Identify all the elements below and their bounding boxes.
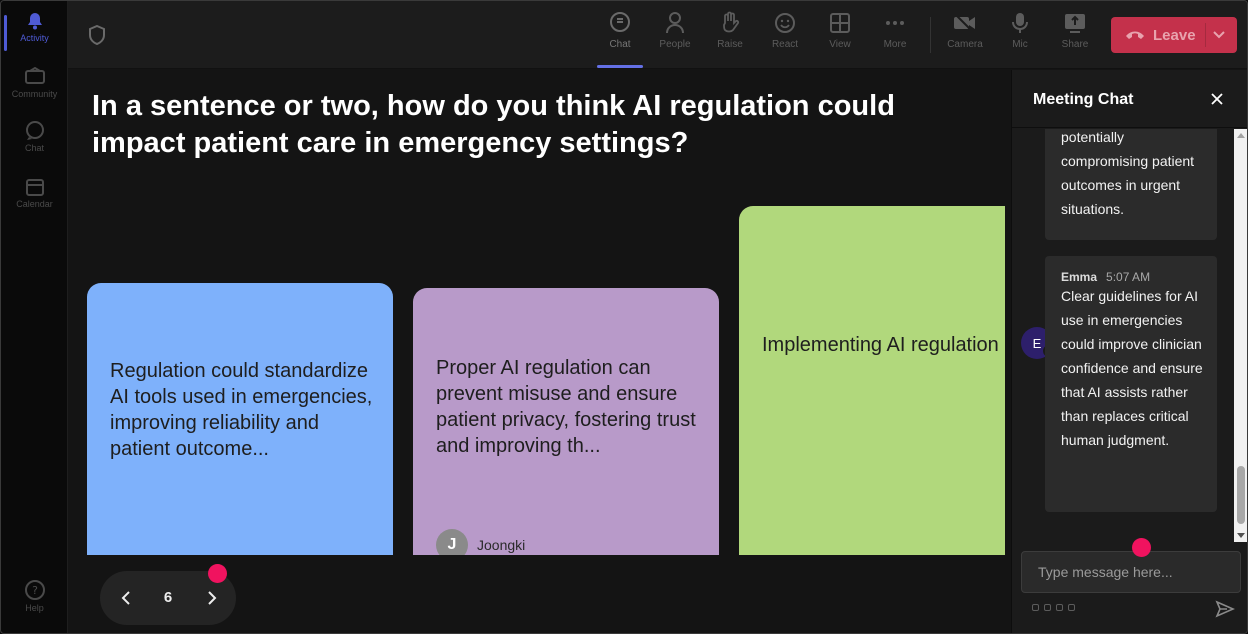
chat-message-list[interactable]: potentially compromising patient outcome… [1012,129,1234,542]
toolbar-divider [930,17,931,53]
chevron-right-icon[interactable] [202,589,220,607]
phone-hangup-icon [1126,31,1144,39]
rail-item-activity[interactable]: Activity [1,11,68,51]
chat-header: Meeting Chat [1012,70,1247,128]
rail-label: Community [11,89,58,99]
send-icon[interactable] [1215,600,1235,618]
leave-label: Leave [1153,26,1196,44]
view-label: View [829,39,851,50]
people-button[interactable]: People [651,11,699,50]
message-body: potentially compromising patient outcome… [1061,129,1195,217]
grid-icon [830,13,850,33]
people-label: People [659,39,691,50]
share-label: Share [1061,39,1089,50]
help-icon: ? [24,580,45,600]
page-number: 6 [163,589,173,606]
mic-icon [1012,13,1028,33]
view-button[interactable]: View [816,11,864,50]
rail-label: Activity [20,33,49,43]
format-icon[interactable] [1032,604,1039,611]
scroll-down-arrow[interactable] [1237,533,1245,538]
chat-message: Emma 5:07 AM Clear guidelines for AI use … [1045,256,1217,512]
more-dots-icon [886,21,904,25]
response-card[interactable]: Proper AI regulation can prevent misuse … [413,288,719,555]
message-body: Clear guidelines for AI use in emergenci… [1061,288,1203,448]
meeting-chat-panel: potentially compromising patient outcome… [1011,70,1247,633]
chat-message: potentially compromising patient outcome… [1045,129,1217,240]
message-author: Emma [1061,270,1098,284]
close-icon[interactable] [1210,92,1224,106]
gif-icon[interactable] [1068,604,1075,611]
emoji-icon[interactable] [1056,604,1063,611]
leave-button[interactable]: Leave [1111,17,1237,53]
raise-label: Raise [717,39,743,50]
chevron-left-icon[interactable] [118,589,136,607]
cursor-marker-dot [1132,538,1151,557]
chat-title: Meeting Chat [1033,91,1134,108]
avatar: J [436,529,468,555]
react-label: React [771,39,799,50]
chat-icon [25,121,44,140]
share-screen-icon [1065,14,1085,33]
more-label: More [883,39,907,50]
chat-button[interactable]: Chat [596,11,644,68]
shield-icon[interactable] [88,25,106,45]
author-name: Joongki [477,537,526,553]
scroll-up-arrow[interactable] [1237,133,1245,138]
camera-off-icon [954,13,975,33]
smiley-icon [775,13,795,33]
chat-icon [610,12,630,32]
hand-icon [723,11,740,33]
react-button[interactable]: React [761,11,809,50]
chat-scrollbar[interactable] [1234,129,1247,542]
left-rail: Activity Community Chat Calendar ? Help [1,1,68,633]
presentation-stage: In a sentence or two, how do you think A… [68,70,1010,633]
rail-item-chat[interactable]: Chat [1,121,68,153]
response-text: Regulation could standardize AI tools us… [110,360,373,460]
rail-label: Chat [24,143,44,153]
calendar-icon [25,179,44,196]
rail-label: Calendar [16,199,53,209]
response-card[interactable]: Implementing AI regulation emergency car… [739,206,1005,555]
community-icon [24,67,45,84]
chevron-down-icon[interactable] [1212,28,1226,42]
response-author: J Joongki [436,529,525,555]
share-button[interactable]: Share [1051,11,1099,50]
meeting-toolbar: Chat People Raise React View More Camera [68,1,1247,69]
response-card[interactable]: Regulation could standardize AI tools us… [87,283,393,555]
response-text: Proper AI regulation can prevent misuse … [436,357,696,457]
message-input[interactable] [1021,551,1241,593]
mic-button[interactable]: Mic [996,11,1044,50]
mic-label: Mic [1012,39,1028,50]
leave-divider [1205,23,1206,47]
rail-item-community[interactable]: Community [1,67,68,99]
attach-icon[interactable] [1044,604,1051,611]
camera-label: Camera [947,39,983,50]
raise-hand-button[interactable]: Raise [706,11,754,50]
camera-button[interactable]: Camera [941,11,989,50]
rail-item-calendar[interactable]: Calendar [1,177,68,209]
message-time: 5:07 AM [1106,270,1151,284]
meeting-window: Activity Community Chat Calendar ? Help … [0,0,1248,634]
chat-label: Chat [609,39,631,50]
bell-icon [27,13,42,30]
avatar-initial: E [1032,335,1042,351]
cursor-marker-dot [208,564,227,583]
response-text: Implementing AI regulation emergency car… [762,334,1005,356]
scroll-thumb[interactable] [1237,466,1245,524]
svg-text:?: ? [32,584,38,597]
people-icon [666,12,684,34]
format-toolbar [1032,604,1075,611]
rail-item-help[interactable]: ? Help [1,579,68,613]
rail-label: Help [25,603,44,613]
more-button[interactable]: More [871,11,919,50]
question-title: In a sentence or two, how do you think A… [92,90,895,159]
